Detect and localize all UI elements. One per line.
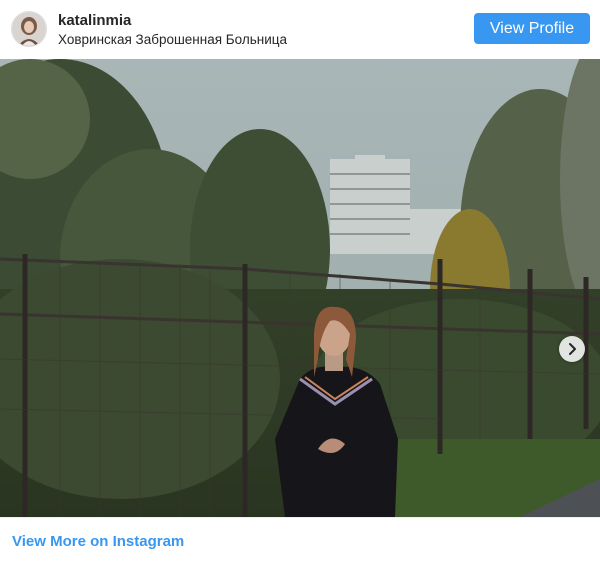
view-profile-button[interactable]: View Profile [474, 13, 590, 44]
user-info: katalinmia Ховринская Заброшенная Больни… [58, 12, 287, 49]
username[interactable]: katalinmia [58, 12, 287, 30]
next-photo-button[interactable] [559, 336, 585, 362]
post-photo [0, 59, 600, 517]
avatar-image [12, 12, 46, 46]
post-header: katalinmia Ховринская Заброшенная Больни… [0, 0, 600, 59]
location[interactable]: Ховринская Заброшенная Больница [58, 31, 287, 49]
chevron-right-icon [569, 343, 576, 355]
post-footer: View More on Instagram [0, 517, 600, 565]
view-more-link[interactable]: View More on Instagram [12, 533, 184, 550]
instagram-embed: katalinmia Ховринская Заброшенная Больни… [0, 0, 600, 565]
avatar[interactable] [12, 12, 46, 46]
post-media[interactable] [0, 59, 600, 517]
